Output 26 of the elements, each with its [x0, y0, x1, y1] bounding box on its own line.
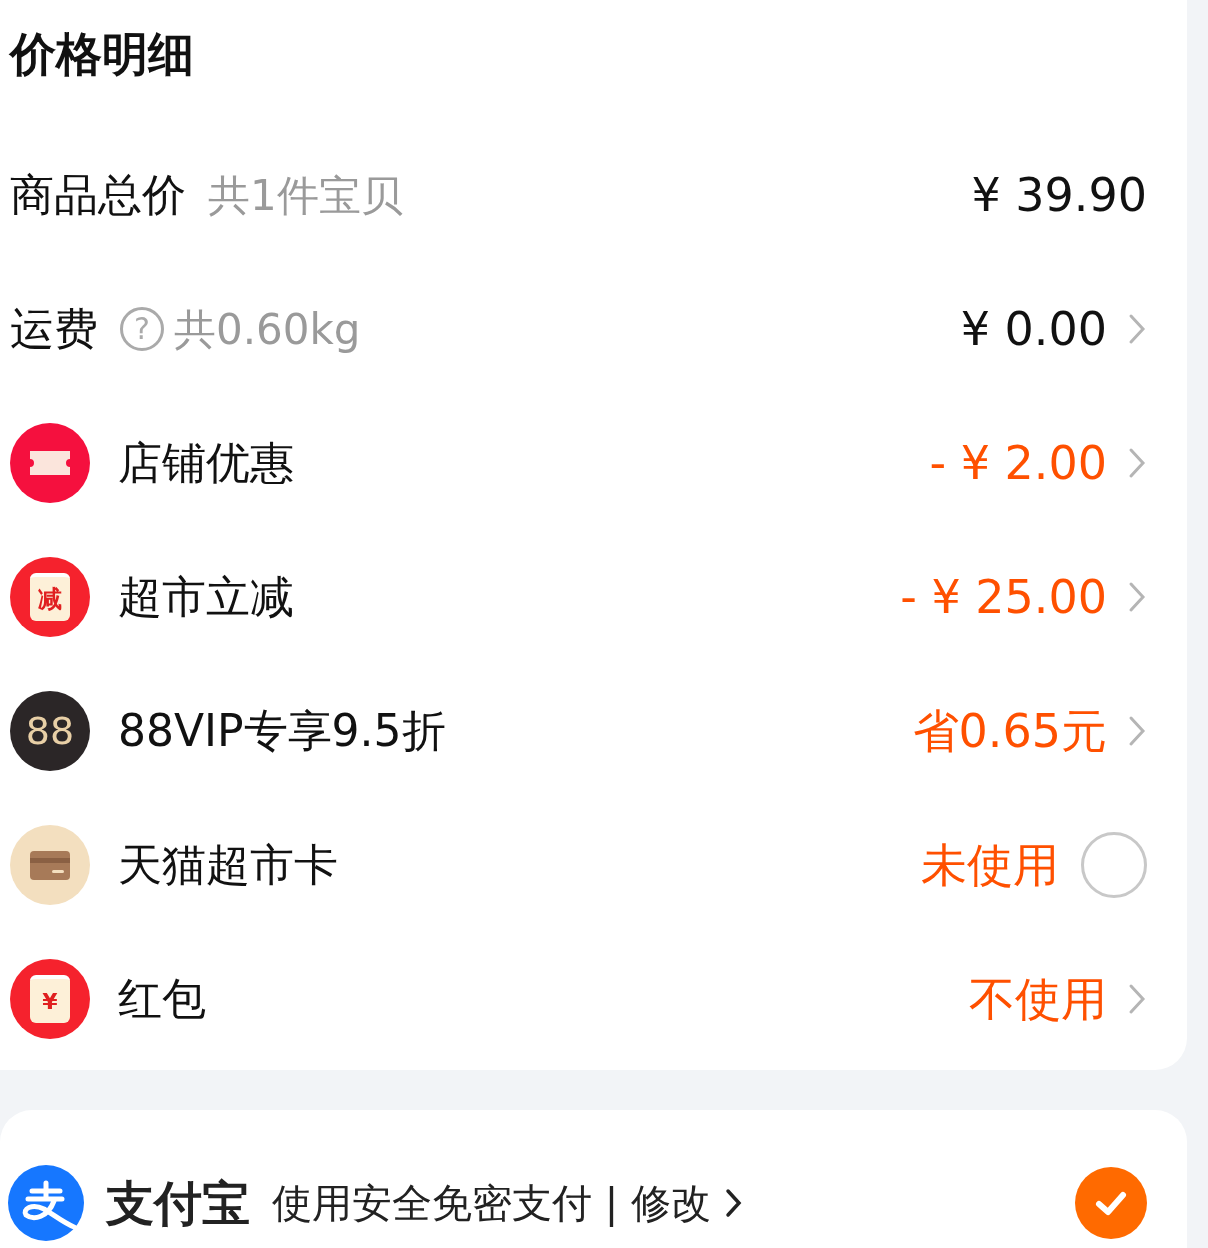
row-value: - ¥ 25.00	[900, 568, 1107, 626]
envelope-icon: ¥	[10, 959, 90, 1039]
row-label: 运费	[10, 302, 98, 356]
row-value: 不使用	[969, 970, 1107, 1028]
row-label: 天猫超市卡	[118, 838, 338, 892]
row-label: 红包	[118, 972, 206, 1026]
payment-description[interactable]: 使用安全免密支付 | 修改	[272, 1173, 711, 1233]
radio-button[interactable]	[1081, 832, 1147, 898]
row-value: ¥ 39.90	[971, 166, 1147, 224]
row-note: 共1件宝贝	[208, 169, 403, 222]
row-label: 店铺优惠	[118, 436, 294, 490]
row-value: 省0.65元	[912, 702, 1107, 760]
row-value: - ¥ 2.00	[929, 434, 1107, 492]
vip-icon: 88	[10, 691, 90, 771]
card-icon	[10, 825, 90, 905]
ticket-icon	[10, 423, 90, 503]
row-value: 未使用	[921, 836, 1059, 894]
row-value: ¥ 0.00	[960, 300, 1107, 358]
row-label: 88VIP专享9.5折	[118, 704, 446, 758]
row-label: 超市立减	[118, 570, 294, 624]
payment-name: 支付宝	[106, 1174, 250, 1233]
discount-icon: 减	[10, 557, 90, 637]
row-note: 共0.60kg	[174, 303, 361, 356]
row-label: 商品总价	[10, 168, 186, 222]
alipay-logo-icon	[8, 1165, 84, 1241]
section-title: 价格明细	[10, 26, 194, 83]
